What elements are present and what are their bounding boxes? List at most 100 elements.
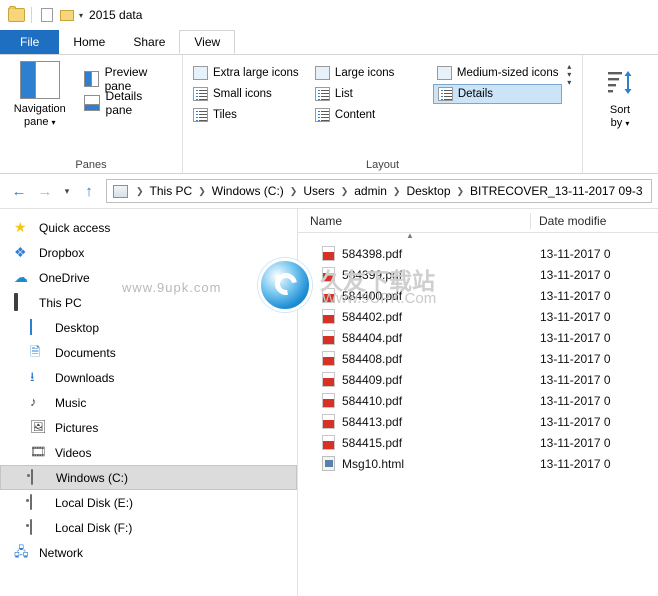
- layout-gallery-scrollbar[interactable]: ▴ ▾ ▾: [562, 63, 576, 89]
- tab-view[interactable]: View: [179, 30, 236, 54]
- tab-file[interactable]: File: [0, 30, 60, 54]
- table-row[interactable]: 584404.pdf 13-11-2017 0: [298, 327, 658, 348]
- layout-medium-icons[interactable]: Medium-sized icons: [433, 63, 563, 83]
- layout-large-icons[interactable]: Large icons: [311, 63, 431, 83]
- tab-share[interactable]: Share: [119, 30, 180, 54]
- sidebar-item-label: Videos: [55, 445, 92, 460]
- table-row[interactable]: 584410.pdf 13-11-2017 0: [298, 390, 658, 411]
- file-name-cell: 584402.pdf: [298, 309, 530, 324]
- file-date-cell: 13-11-2017 0: [540, 309, 611, 324]
- sidebar-item-pictures[interactable]: 🖼 Pictures: [0, 415, 297, 440]
- pdf-icon: [322, 309, 335, 324]
- tab-home[interactable]: Home: [59, 30, 120, 54]
- layout-details[interactable]: Details: [432, 84, 563, 104]
- music-icon: ♪: [30, 394, 37, 409]
- forward-button[interactable]: →: [32, 178, 58, 204]
- scroll-more-icon[interactable]: ▾: [567, 79, 571, 87]
- sidebar-item-documents[interactable]: 🗎 Documents: [0, 340, 297, 365]
- table-row[interactable]: 584415.pdf 13-11-2017 0: [298, 432, 658, 453]
- breadcrumb-separator: ❯: [198, 185, 206, 196]
- sort-by-button[interactable]: Sort by ▾: [591, 65, 649, 130]
- table-row[interactable]: Msg10.html 13-11-2017 0: [298, 453, 658, 474]
- ribbon-group-panes: Navigation pane ▾ Preview pane Details p…: [0, 55, 183, 173]
- sidebar-item-this-pc[interactable]: This PC: [0, 290, 297, 315]
- customize-quick-access-icon[interactable]: ▾: [79, 11, 83, 20]
- table-row[interactable]: 584400.pdf 13-11-2017 0: [298, 285, 658, 306]
- panes-group-label: Panes: [75, 159, 107, 171]
- ribbon-group-current-view: Sort by ▾: [583, 55, 657, 173]
- sidebar-item-label: This PC: [39, 295, 82, 310]
- table-row[interactable]: 584409.pdf 13-11-2017 0: [298, 369, 658, 390]
- column-header-date-modified[interactable]: Date modifie: [531, 214, 606, 228]
- table-row[interactable]: 584398.pdf 13-11-2017 0: [298, 243, 658, 264]
- layout-label: List: [334, 88, 353, 100]
- breadcrumb-admin[interactable]: admin: [352, 184, 389, 198]
- table-row[interactable]: 584413.pdf 13-11-2017 0: [298, 411, 658, 432]
- properties-button[interactable]: [37, 5, 57, 25]
- sidebar-item-desktop[interactable]: Desktop: [0, 315, 297, 340]
- address-field[interactable]: ❯ This PC ❯ Windows (C:) ❯ Users ❯ admin…: [106, 179, 652, 203]
- file-date-cell: 13-11-2017 0: [540, 393, 611, 408]
- sidebar-item-label: Documents: [55, 345, 116, 360]
- preview-pane-button[interactable]: Preview pane: [80, 65, 176, 93]
- quick-access-folder-icon[interactable]: [6, 5, 26, 25]
- sort-by-label-line2: by ▾: [610, 117, 630, 129]
- sidebar-item-dropbox[interactable]: ❖ Dropbox: [0, 240, 297, 265]
- file-name-cell: Msg10.html: [298, 456, 530, 471]
- sidebar-item-onedrive[interactable]: ☁ OneDrive: [0, 265, 297, 290]
- file-date-cell: 13-11-2017 0: [540, 330, 611, 345]
- drive-icon: [31, 469, 48, 485]
- back-button[interactable]: ←: [6, 178, 32, 204]
- layout-small-icons[interactable]: Small icons: [189, 84, 309, 104]
- table-row[interactable]: 584402.pdf 13-11-2017 0: [298, 306, 658, 327]
- breadcrumb-windows-c[interactable]: Windows (C:): [210, 184, 286, 198]
- layout-list[interactable]: List: [311, 84, 431, 104]
- layout-label: Small icons: [213, 88, 272, 100]
- large-icons-icon: [314, 66, 330, 80]
- sidebar-item-downloads[interactable]: ⭳ Downloads: [0, 365, 297, 390]
- file-name-text: 584398.pdf: [342, 246, 403, 261]
- navigation-pane: ★ Quick access ❖ Dropbox ☁ OneDrive This…: [0, 209, 298, 596]
- layout-label: Details: [457, 88, 494, 100]
- sidebar-item-local-disk-f[interactable]: Local Disk (F:): [0, 515, 297, 540]
- details-pane-button[interactable]: Details pane: [80, 89, 176, 117]
- sidebar-item-local-disk-e[interactable]: Local Disk (E:): [0, 490, 297, 515]
- breadcrumb-users[interactable]: Users: [301, 184, 336, 198]
- file-date-cell: 13-11-2017 0: [540, 351, 611, 366]
- list-icon: [314, 87, 330, 101]
- recent-locations-button[interactable]: ▾: [58, 178, 76, 204]
- chevron-down-icon: ▾: [625, 119, 630, 128]
- layout-content[interactable]: Content: [311, 105, 431, 125]
- sidebar-item-network[interactable]: 🖧 Network: [0, 540, 297, 565]
- pdf-icon: [322, 288, 335, 303]
- breadcrumb-desktop[interactable]: Desktop: [404, 184, 452, 198]
- sidebar-item-music[interactable]: ♪ Music: [0, 390, 297, 415]
- sidebar-item-videos[interactable]: 🎞 Videos: [0, 440, 297, 465]
- breadcrumb-folder[interactable]: BITRECOVER_13-11-2017 09-3: [468, 184, 645, 198]
- layout-label: Tiles: [213, 109, 237, 121]
- column-headers: Name Date modifie: [298, 209, 658, 233]
- layout-options: Extra large icons Large icons Medium-siz…: [189, 63, 563, 125]
- dropbox-icon: ❖: [14, 244, 27, 260]
- navigation-pane-button[interactable]: Navigation pane ▾: [6, 61, 74, 129]
- column-header-name[interactable]: Name: [298, 214, 530, 228]
- cloud-icon: ☁: [14, 269, 28, 285]
- current-view-group-label: [583, 157, 657, 173]
- sort-lines-svg: [608, 71, 632, 94]
- sort-by-icon: [605, 65, 635, 101]
- breadcrumb-this-pc[interactable]: This PC: [148, 184, 195, 198]
- layout-tiles[interactable]: Tiles: [189, 105, 309, 125]
- file-name-text: 584410.pdf: [342, 393, 403, 408]
- file-list: Name Date modifie ▲ 584398.pdf 13-11-201…: [298, 209, 658, 596]
- sidebar-item-quick-access[interactable]: ★ Quick access: [0, 215, 297, 240]
- up-button[interactable]: ↑: [76, 178, 102, 204]
- new-folder-button[interactable]: [57, 5, 77, 25]
- layout-group-label: Layout: [365, 159, 400, 171]
- ribbon: Navigation pane ▾ Preview pane Details p…: [0, 54, 658, 174]
- layout-extra-large-icons[interactable]: Extra large icons: [189, 63, 309, 83]
- sidebar-item-windows-c[interactable]: Windows (C:): [0, 465, 297, 490]
- table-row[interactable]: 584408.pdf 13-11-2017 0: [298, 348, 658, 369]
- table-row[interactable]: 584399.pdf 13-11-2017 0: [298, 264, 658, 285]
- file-name-cell: 584398.pdf: [298, 246, 530, 261]
- file-date-cell: 13-11-2017 0: [540, 288, 611, 303]
